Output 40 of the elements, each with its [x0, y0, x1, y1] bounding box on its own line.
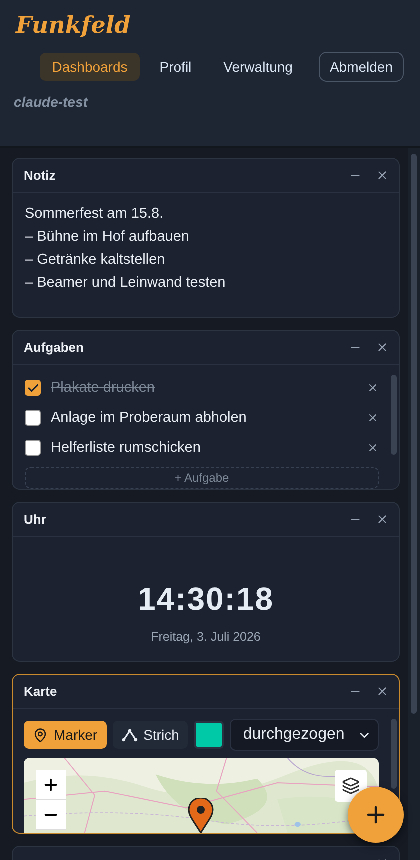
pin-icon	[33, 728, 48, 742]
card-title: Notiz	[24, 168, 57, 183]
app-logo: Funkfeld	[16, 11, 132, 41]
note-line: – Getränke kaltstellen	[25, 251, 166, 270]
card-title: Karte	[24, 684, 58, 699]
card-title: Aufgaben	[24, 340, 85, 355]
note-line: – Beamer und Leinwand testen	[25, 274, 227, 293]
nav-link[interactable]: Profil	[148, 53, 204, 81]
close-icon[interactable]	[376, 341, 389, 354]
task-text: Plakate drucken	[51, 380, 156, 396]
clock-time: 14:30:18	[136, 581, 276, 618]
marker-tool-button[interactable]: Marker	[24, 721, 107, 749]
card-title: Uhr	[24, 512, 48, 527]
map-pin-icon	[188, 798, 214, 833]
zoom-in-icon[interactable]	[36, 770, 66, 800]
close-icon[interactable]	[376, 685, 389, 698]
task-text: Helferliste rumschicken	[51, 440, 202, 456]
close-icon[interactable]	[376, 513, 389, 526]
checkbox[interactable]	[25, 440, 41, 456]
scrollbar	[391, 719, 397, 789]
note-line: Sommerfest am 15.8.	[25, 205, 165, 224]
line-tool-button[interactable]: Strich	[112, 721, 188, 749]
close-icon[interactable]	[376, 169, 389, 182]
delete-icon[interactable]	[367, 412, 379, 424]
delete-icon[interactable]	[367, 442, 379, 454]
polyline-icon	[122, 728, 138, 742]
nav-link[interactable]: Dashboards	[40, 53, 140, 81]
color-swatch[interactable]	[194, 721, 224, 749]
line-style-select[interactable]: durchgezogen	[230, 719, 379, 751]
delete-icon[interactable]	[367, 382, 379, 394]
checkbox[interactable]	[25, 380, 41, 396]
logout-button[interactable]: Abmelden	[318, 52, 404, 82]
add-widget-button[interactable]	[348, 787, 404, 843]
dashboard-name: claude-test	[14, 94, 90, 110]
nav-link[interactable]: Verwaltung	[212, 53, 305, 81]
note-line: – Bühne im Hof aufbauen	[25, 228, 190, 247]
task-text: Anlage im Proberaum abholen	[51, 410, 248, 426]
checkbox[interactable]	[25, 410, 41, 426]
clock-date: Freitag, 3. Juli 2026	[150, 630, 262, 644]
add-task-button[interactable]: + Aufgabe	[25, 467, 379, 489]
